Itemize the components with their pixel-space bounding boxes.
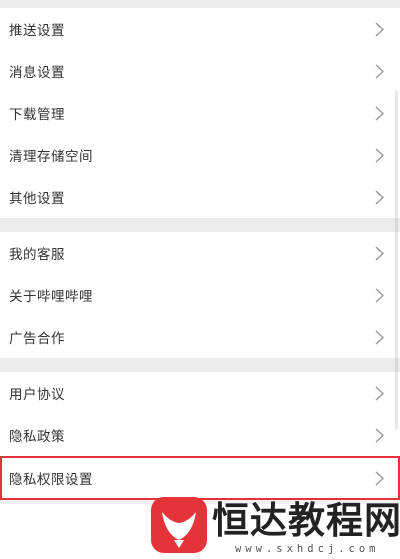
settings-item-label: 下载管理 [9, 107, 65, 123]
group-divider [0, 358, 400, 372]
settings-item-privacy-policy[interactable]: 隐私政策 [0, 414, 400, 456]
settings-item-about[interactable]: 关于哔哩哔哩 [0, 274, 400, 316]
settings-item-label: 我的客服 [9, 247, 65, 263]
settings-group-legal: 用户协议 隐私政策 隐私权限设置 [0, 372, 400, 500]
settings-item-push[interactable]: 推送设置 [0, 8, 400, 50]
chevron-right-icon [374, 147, 384, 163]
settings-item-other[interactable]: 其他设置 [0, 176, 400, 218]
chevron-right-icon [374, 245, 384, 261]
chevron-right-icon [374, 427, 384, 443]
chevron-right-icon [374, 63, 384, 79]
settings-item-label: 清理存储空间 [9, 149, 93, 165]
watermark: 恒达教程网 www.sxhdcj.com [150, 494, 400, 559]
settings-item-label: 用户协议 [9, 387, 65, 403]
chevron-right-icon [374, 105, 384, 121]
settings-group-about: 我的客服 关于哔哩哔哩 广告合作 [0, 232, 400, 358]
settings-item-label: 广告合作 [9, 331, 65, 347]
settings-item-download[interactable]: 下载管理 [0, 92, 400, 134]
scrollbar[interactable] [395, 90, 398, 430]
settings-item-customer-service[interactable]: 我的客服 [0, 232, 400, 274]
watermark-brand-text: 恒达教程网 [212, 499, 400, 542]
settings-item-user-agreement[interactable]: 用户协议 [0, 372, 400, 414]
settings-item-storage[interactable]: 清理存储空间 [0, 134, 400, 176]
chevron-right-icon [374, 189, 384, 205]
settings-item-ad-cooperation[interactable]: 广告合作 [0, 316, 400, 358]
settings-screen: 推送设置 消息设置 下载管理 清理存储空间 其他设置 我的客服 关于哔哩哔哩 广… [0, 0, 400, 559]
settings-item-label: 推送设置 [9, 23, 65, 39]
chevron-right-icon [374, 21, 384, 37]
top-divider [0, 0, 400, 8]
watermark-logo-icon [150, 496, 208, 554]
settings-item-label: 隐私政策 [9, 429, 65, 445]
settings-item-message[interactable]: 消息设置 [0, 50, 400, 92]
settings-item-label: 隐私权限设置 [9, 472, 93, 488]
settings-item-label: 其他设置 [9, 191, 65, 207]
settings-item-label: 关于哔哩哔哩 [9, 289, 93, 305]
settings-item-label: 消息设置 [9, 65, 65, 81]
chevron-right-icon [374, 287, 384, 303]
chevron-right-icon [374, 329, 384, 345]
group-divider [0, 218, 400, 232]
chevron-right-icon [374, 385, 384, 401]
settings-group-general: 推送设置 消息设置 下载管理 清理存储空间 其他设置 [0, 8, 400, 218]
chevron-right-icon [374, 470, 384, 486]
watermark-url-text: www.sxhdcj.com [235, 543, 380, 555]
